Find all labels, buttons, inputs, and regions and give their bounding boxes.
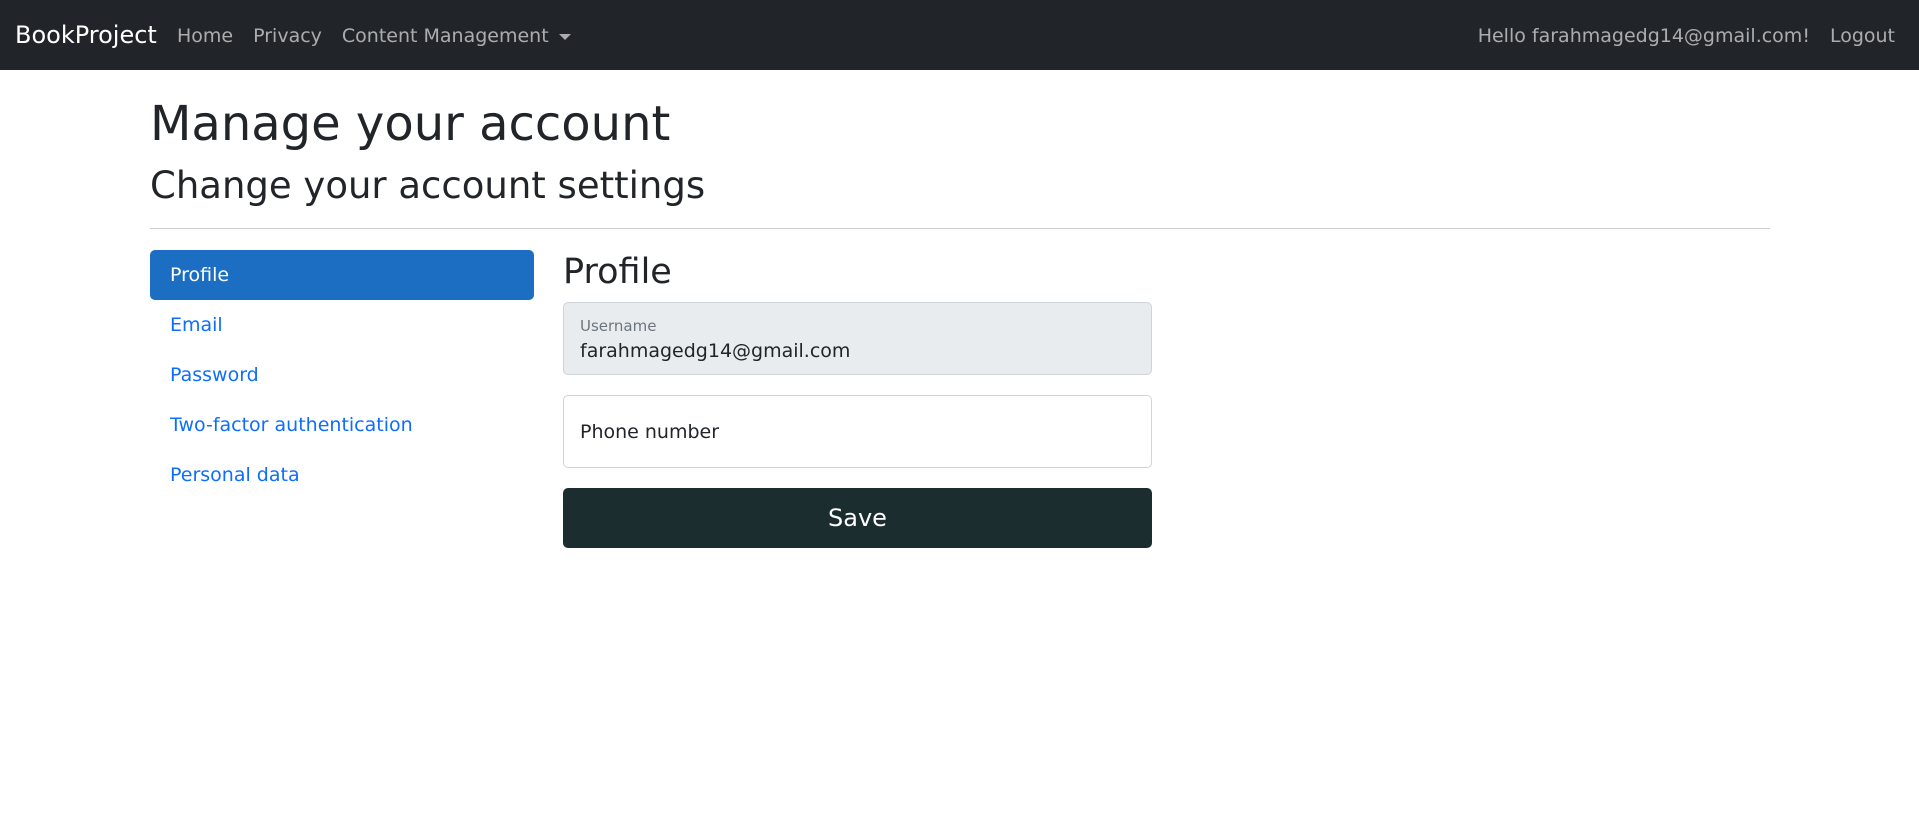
username-field: Username farahmagedg14@gmail.com <box>563 302 1152 375</box>
page-subtitle: Change your account settings <box>150 164 706 207</box>
top-navbar: BookProject Home Privacy Content Managem… <box>0 0 1919 70</box>
nav-home-link[interactable]: Home <box>177 24 233 48</box>
sidebar-item-profile[interactable]: Profile <box>150 250 534 300</box>
username-value: farahmagedg14@gmail.com <box>580 340 851 362</box>
phone-field <box>563 395 1152 468</box>
account-sidebar: Profile Email Password Two-factor authen… <box>150 250 534 500</box>
sidebar-item-password[interactable]: Password <box>150 350 534 400</box>
caret-down-icon <box>558 34 571 40</box>
save-button[interactable]: Save <box>563 488 1152 548</box>
sidebar-item-personal-data[interactable]: Personal data <box>150 450 534 500</box>
sidebar-item-email[interactable]: Email <box>150 300 534 350</box>
sidebar-item-two-factor[interactable]: Two-factor authentication <box>150 400 534 450</box>
profile-form: Profile Username farahmagedg14@gmail.com… <box>563 250 1152 548</box>
dropdown-label: Content Management <box>341 25 549 47</box>
content-management-dropdown[interactable]: Content Management <box>342 24 571 48</box>
brand-link[interactable]: BookProject <box>15 19 157 51</box>
page-title: Manage your account <box>150 96 671 152</box>
username-label: Username <box>580 317 657 335</box>
form-title: Profile <box>563 252 672 292</box>
user-greeting-link[interactable]: Hello farahmagedg14@gmail.com! <box>1478 24 1810 48</box>
nav-links: Home Privacy Content Management <box>177 24 571 48</box>
header-divider <box>150 228 1770 229</box>
nav-user-area: Hello farahmagedg14@gmail.com! Logout <box>1478 24 1895 48</box>
nav-privacy-link[interactable]: Privacy <box>253 24 322 48</box>
phone-input[interactable] <box>564 396 1151 467</box>
logout-link[interactable]: Logout <box>1830 24 1895 48</box>
